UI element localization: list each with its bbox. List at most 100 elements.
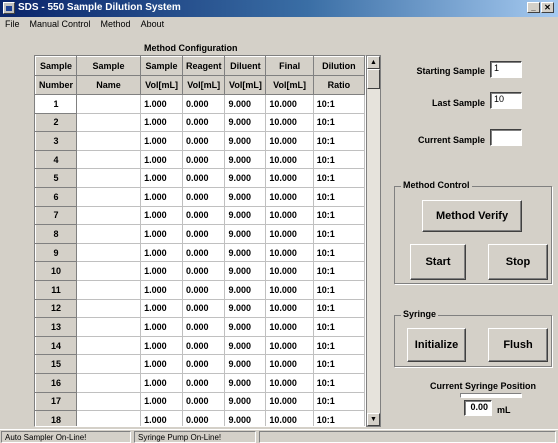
sample-name-cell[interactable] (76, 261, 142, 281)
row-number[interactable]: 8 (35, 224, 78, 244)
final-vol-cell[interactable]: 10.000 (265, 392, 314, 412)
final-vol-cell[interactable]: 10.000 (265, 168, 314, 188)
dilution-ratio-cell[interactable]: 10:1 (313, 299, 365, 319)
sample-vol-cell[interactable]: 1.000 (140, 113, 183, 133)
sample-name-cell[interactable] (76, 131, 142, 151)
reagent-vol-cell[interactable]: 0.000 (182, 317, 226, 337)
final-vol-cell[interactable]: 10.000 (265, 261, 314, 281)
menu-file[interactable]: File (0, 17, 25, 32)
diluent-vol-cell[interactable]: 9.000 (224, 373, 267, 393)
column-header[interactable]: Vol[mL] (265, 75, 314, 95)
sample-vol-cell[interactable]: 1.000 (140, 336, 183, 356)
reagent-vol-cell[interactable]: 0.000 (182, 131, 226, 151)
reagent-vol-cell[interactable]: 0.000 (182, 261, 226, 281)
dilution-ratio-cell[interactable]: 10:1 (313, 261, 365, 281)
sample-vol-cell[interactable]: 1.000 (140, 94, 183, 114)
sample-name-cell[interactable] (76, 243, 142, 263)
final-vol-cell[interactable]: 10.000 (265, 131, 314, 151)
row-number[interactable]: 18 (35, 410, 78, 426)
final-vol-cell[interactable]: 10.000 (265, 206, 314, 226)
last-sample-input[interactable]: 10 (490, 92, 522, 109)
final-vol-cell[interactable]: 10.000 (265, 336, 314, 356)
row-number[interactable]: 11 (35, 279, 78, 300)
row-number[interactable]: 14 (35, 335, 78, 356)
column-header[interactable]: Vol[mL] (140, 75, 183, 95)
diluent-vol-cell[interactable]: 9.000 (224, 410, 267, 426)
grid-vertical-scrollbar[interactable]: ▲ ▼ (366, 55, 381, 427)
sample-vol-cell[interactable]: 1.000 (140, 354, 183, 374)
sample-name-cell[interactable] (76, 150, 142, 170)
dilution-ratio-cell[interactable]: 10:1 (313, 224, 365, 244)
column-header[interactable]: Sample (76, 56, 142, 76)
dilution-ratio-cell[interactable]: 10:1 (313, 410, 365, 426)
sample-vol-cell[interactable]: 1.000 (140, 280, 183, 300)
dilution-ratio-cell[interactable]: 10:1 (313, 113, 365, 133)
diluent-vol-cell[interactable]: 9.000 (224, 224, 267, 244)
reagent-vol-cell[interactable]: 0.000 (182, 187, 226, 207)
diluent-vol-cell[interactable]: 9.000 (224, 280, 267, 300)
sample-name-cell[interactable] (76, 317, 142, 337)
scroll-thumb[interactable] (367, 69, 380, 89)
reagent-vol-cell[interactable]: 0.000 (182, 168, 226, 188)
sample-vol-cell[interactable]: 1.000 (140, 317, 183, 337)
row-number[interactable]: 5 (35, 168, 78, 188)
final-vol-cell[interactable]: 10.000 (265, 299, 314, 319)
diluent-vol-cell[interactable]: 9.000 (224, 150, 267, 170)
diluent-vol-cell[interactable]: 9.000 (224, 94, 267, 114)
sample-vol-cell[interactable]: 1.000 (140, 224, 183, 244)
column-header[interactable]: Name (76, 75, 142, 95)
final-vol-cell[interactable]: 10.000 (265, 317, 314, 337)
sample-vol-cell[interactable]: 1.000 (140, 261, 183, 281)
dilution-ratio-cell[interactable]: 10:1 (313, 354, 365, 374)
final-vol-cell[interactable]: 10.000 (265, 150, 314, 170)
sample-name-cell[interactable] (76, 206, 142, 226)
menu-method[interactable]: Method (96, 17, 136, 32)
diluent-vol-cell[interactable]: 9.000 (224, 131, 267, 151)
final-vol-cell[interactable]: 10.000 (265, 410, 314, 426)
dilution-ratio-cell[interactable]: 10:1 (313, 336, 365, 356)
reagent-vol-cell[interactable]: 0.000 (182, 373, 226, 393)
flush-button[interactable]: Flush (488, 328, 548, 362)
diluent-vol-cell[interactable]: 9.000 (224, 336, 267, 356)
row-number[interactable]: 6 (35, 186, 78, 207)
app-icon[interactable] (3, 2, 15, 14)
sample-name-cell[interactable] (76, 336, 142, 356)
row-number[interactable]: 7 (35, 205, 78, 226)
sample-vol-cell[interactable]: 1.000 (140, 243, 183, 263)
sample-name-cell[interactable] (76, 168, 142, 188)
row-number[interactable]: 17 (35, 391, 78, 412)
column-header[interactable]: Final (265, 56, 314, 76)
reagent-vol-cell[interactable]: 0.000 (182, 113, 226, 133)
close-icon[interactable]: ✕ (541, 2, 554, 13)
scroll-down-icon[interactable]: ▼ (367, 413, 380, 426)
diluent-vol-cell[interactable]: 9.000 (224, 243, 267, 263)
diluent-vol-cell[interactable]: 9.000 (224, 187, 267, 207)
sample-name-cell[interactable] (76, 373, 142, 393)
final-vol-cell[interactable]: 10.000 (265, 187, 314, 207)
reagent-vol-cell[interactable]: 0.000 (182, 150, 226, 170)
sample-name-cell[interactable] (76, 392, 142, 412)
reagent-vol-cell[interactable]: 0.000 (182, 94, 226, 114)
sample-vol-cell[interactable]: 1.000 (140, 187, 183, 207)
dilution-ratio-cell[interactable]: 10:1 (313, 373, 365, 393)
sample-name-cell[interactable] (76, 224, 142, 244)
diluent-vol-cell[interactable]: 9.000 (224, 261, 267, 281)
dilution-ratio-cell[interactable]: 10:1 (313, 206, 365, 226)
sample-name-cell[interactable] (76, 280, 142, 300)
row-number[interactable]: 4 (35, 149, 78, 170)
column-header[interactable]: Sample (35, 56, 78, 76)
minimize-icon[interactable]: _ (527, 2, 540, 13)
diluent-vol-cell[interactable]: 9.000 (224, 113, 267, 133)
sample-vol-cell[interactable]: 1.000 (140, 392, 183, 412)
column-header[interactable]: Number (35, 75, 78, 95)
row-number[interactable]: 2 (35, 112, 78, 133)
reagent-vol-cell[interactable]: 0.000 (182, 243, 226, 263)
sample-name-cell[interactable] (76, 299, 142, 319)
final-vol-cell[interactable]: 10.000 (265, 224, 314, 244)
initialize-button[interactable]: Initialize (407, 328, 466, 362)
final-vol-cell[interactable]: 10.000 (265, 354, 314, 374)
column-header[interactable]: Dilution (312, 56, 365, 76)
final-vol-cell[interactable]: 10.000 (265, 373, 314, 393)
dilution-ratio-cell[interactable]: 10:1 (313, 243, 365, 263)
dilution-ratio-cell[interactable]: 10:1 (313, 150, 365, 170)
